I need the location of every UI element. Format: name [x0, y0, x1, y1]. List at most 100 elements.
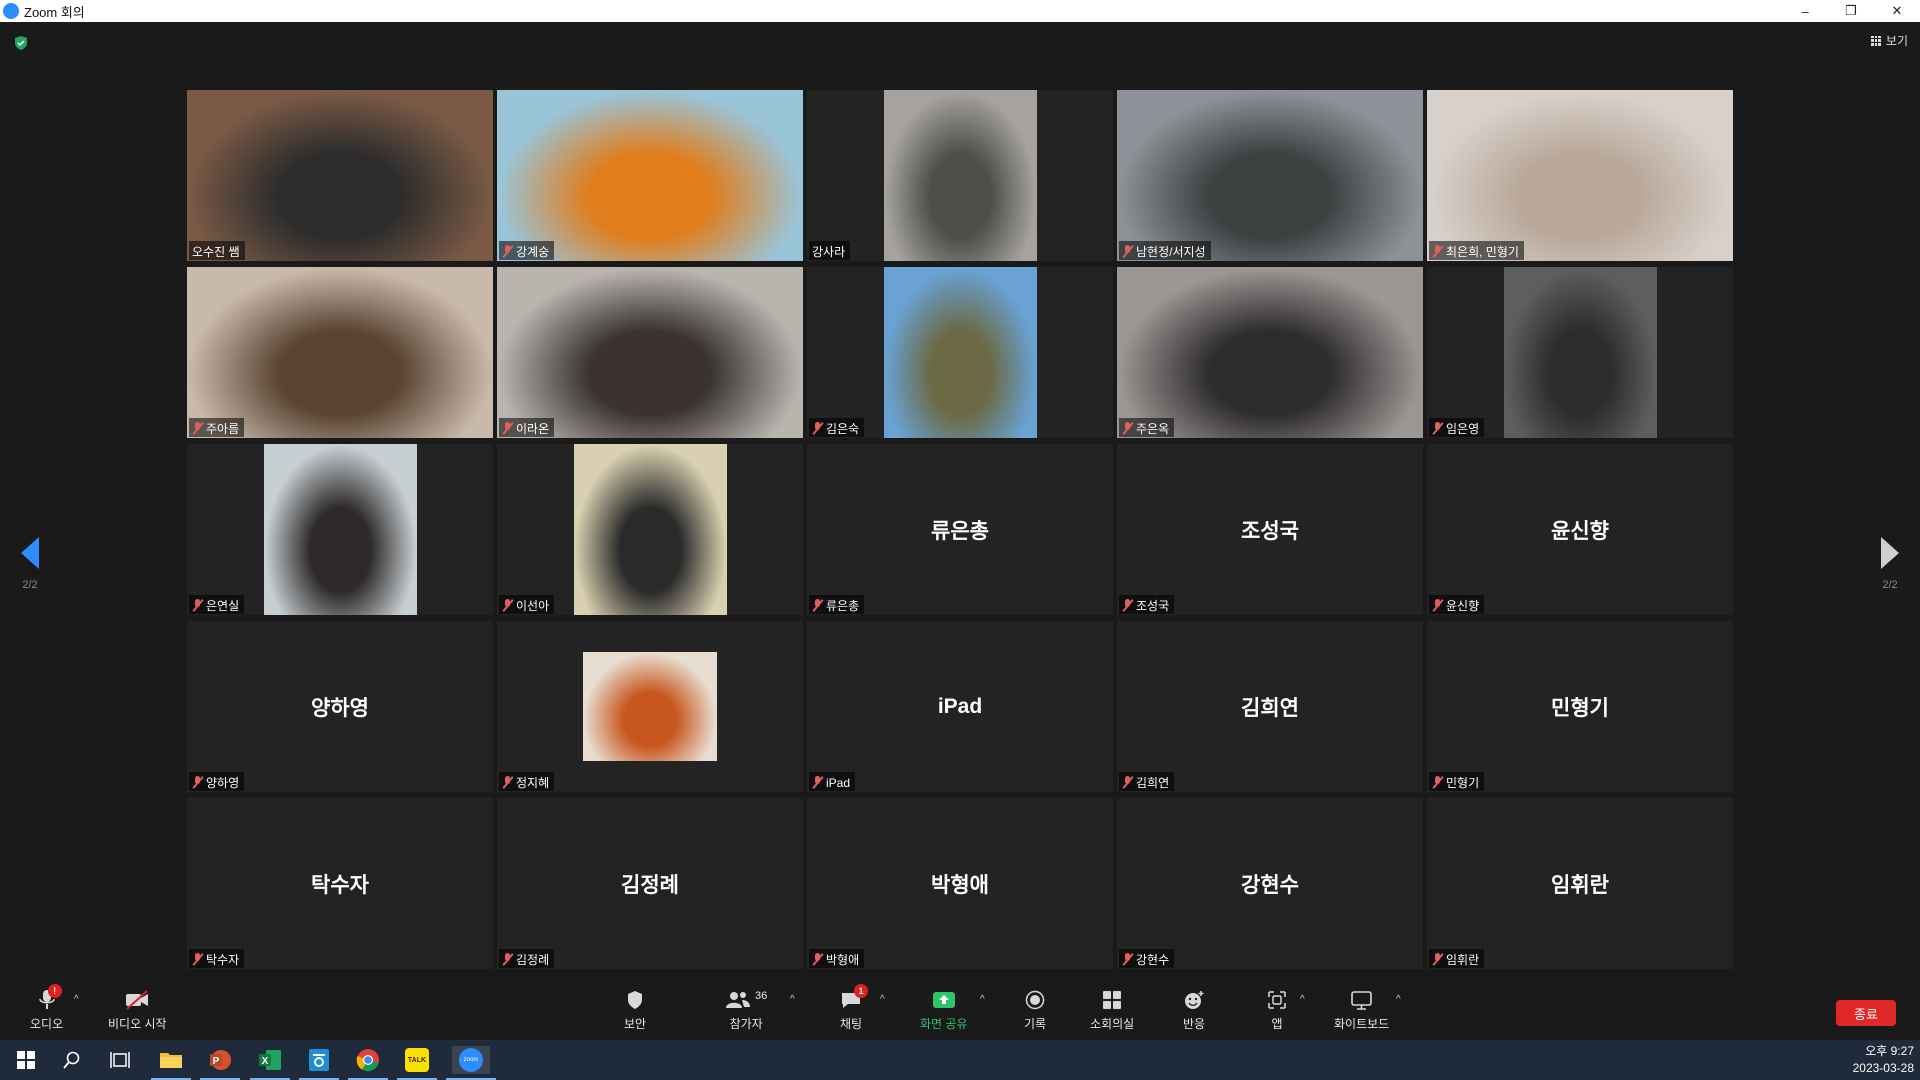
participant-tile[interactable]: 탁수자 탁수자 [187, 798, 493, 969]
share-options-caret[interactable]: ^ [980, 994, 985, 1005]
chrome-icon [356, 1049, 379, 1072]
muted-microphone-icon [1122, 953, 1133, 966]
participant-tile[interactable]: 임은영 [1427, 267, 1733, 438]
participant-display-name: 임휘란 [1551, 873, 1609, 897]
start-video-button[interactable]: 비디오 시작 [108, 988, 167, 1032]
end-meeting-button[interactable]: 종료 [1836, 1000, 1896, 1026]
muted-microphone-icon [502, 776, 513, 789]
participant-name-label: 임휘란 [1429, 949, 1485, 968]
whiteboard-options-caret[interactable]: ^ [1396, 994, 1401, 1005]
restore-button[interactable]: ❐ [1828, 0, 1874, 22]
share-screen-button[interactable]: 화면 공유 [920, 988, 968, 1032]
record-label: 기록 [1024, 1017, 1047, 1031]
participant-tile[interactable]: 주은옥 [1117, 267, 1423, 438]
participant-tile[interactable]: 이라온 [497, 267, 803, 438]
participant-tile[interactable]: 박형애 박형애 [807, 798, 1113, 969]
participant-tile[interactable]: 남현정/서지성 [1117, 90, 1423, 261]
participant-tile[interactable]: 민형기 민형기 [1427, 621, 1733, 792]
muted-microphone-icon [1122, 245, 1133, 258]
system-clock[interactable]: 오후 9:27 2023-03-28 [1853, 1043, 1914, 1077]
next-page-button[interactable]: 2/2 [1875, 537, 1905, 591]
previous-page-button[interactable]: 2/2 [15, 537, 45, 591]
participant-tile[interactable]: 양하영 양하영 [187, 621, 493, 792]
muted-microphone-icon [1432, 245, 1443, 258]
audio-options-caret[interactable]: ^ [74, 994, 79, 1005]
muted-microphone-icon [192, 953, 203, 966]
participant-tile[interactable]: iPad iPad [807, 621, 1113, 792]
participant-name-label: iPad [809, 772, 856, 791]
apps-options-caret[interactable]: ^ [1300, 994, 1305, 1005]
taskbar-hancom[interactable] [299, 1046, 339, 1080]
apps-button[interactable]: 앱 [1267, 988, 1287, 1032]
encryption-shield-icon[interactable] [13, 35, 29, 51]
taskbar-zoom[interactable]: zoom [446, 1046, 496, 1080]
breakout-rooms-button[interactable]: 소회의실 [1090, 988, 1134, 1032]
view-button[interactable]: 보기 [1870, 32, 1908, 49]
participant-tile[interactable]: 강사라 [807, 90, 1113, 261]
participant-name: 강현수 [1136, 953, 1170, 967]
close-button[interactable]: ✕ [1874, 0, 1920, 22]
chat-options-caret[interactable]: ^ [880, 994, 885, 1005]
taskbar-excel[interactable]: X [250, 1046, 290, 1080]
taskbar-file-explorer[interactable] [151, 1046, 191, 1080]
participant-tile[interactable]: 주아름 [187, 267, 493, 438]
participant-name: iPad [826, 775, 851, 790]
participant-display-name: 박형애 [931, 873, 989, 897]
participant-tile[interactable]: 김은숙 [807, 267, 1113, 438]
participant-tile[interactable]: 오수진 쌤 [187, 90, 493, 261]
participant-tile[interactable]: 조성국 조성국 [1117, 444, 1423, 615]
breakout-rooms-icon [1103, 991, 1122, 1009]
participant-name-label: 김은숙 [809, 418, 865, 437]
page-indicator-left: 2/2 [22, 579, 38, 591]
security-shield-icon [628, 991, 643, 1009]
participant-tile[interactable]: 류은총 류은총 [807, 444, 1113, 615]
participant-tile[interactable]: 은연실 [187, 444, 493, 615]
participant-display-name: iPad [937, 694, 983, 718]
participant-name-label: 은연실 [189, 595, 245, 614]
window-title: Zoom 회의 [24, 4, 85, 20]
taskbar-kakaotalk[interactable]: TALK [397, 1046, 437, 1080]
participant-tile[interactable]: 정지혜 [497, 621, 803, 792]
participant-name: 은연실 [206, 599, 240, 613]
reactions-button[interactable]: 반응 [1183, 988, 1205, 1032]
task-view-icon [110, 1052, 130, 1068]
participant-display-name: 조성국 [1241, 519, 1299, 543]
audio-button[interactable]: ! 오디오 [30, 984, 63, 1032]
muted-microphone-icon [502, 953, 513, 966]
participant-tile[interactable]: 최은희, 민형기 [1427, 90, 1733, 261]
minimize-button[interactable]: – [1782, 0, 1828, 22]
windows-start-button[interactable] [12, 1046, 40, 1074]
zoom-app-icon [3, 3, 19, 19]
taskbar-chrome[interactable] [348, 1046, 388, 1080]
breakout-rooms-label: 소회의실 [1090, 1017, 1135, 1031]
participant-tile[interactable]: 임휘란 임휘란 [1427, 798, 1733, 969]
muted-microphone-icon [502, 599, 513, 612]
participant-name-label: 강현수 [1119, 949, 1175, 968]
record-button[interactable]: 기록 [1024, 988, 1046, 1032]
muted-microphone-icon [1122, 776, 1133, 789]
powerpoint-icon: P [210, 1050, 231, 1070]
taskbar-powerpoint[interactable]: P [200, 1046, 240, 1080]
participants-options-caret[interactable]: ^ [790, 994, 795, 1005]
muted-microphone-icon [812, 599, 823, 612]
participant-tile[interactable]: 김정례 김정례 [497, 798, 803, 969]
participant-name-label: 주은옥 [1119, 418, 1175, 437]
windows-logo-icon [17, 1051, 35, 1069]
chat-button[interactable]: 1 채팅 [840, 984, 869, 1032]
security-button[interactable]: 보안 [624, 988, 646, 1032]
participant-name-label: 민형기 [1429, 772, 1485, 791]
participant-tile[interactable]: 이선아 [497, 444, 803, 615]
participant-name-label: 임은영 [1429, 418, 1485, 437]
task-view-button[interactable] [106, 1046, 134, 1074]
participant-tile[interactable]: 강현수 강현수 [1117, 798, 1423, 969]
participant-tile[interactable]: 강계숭 [497, 90, 803, 261]
muted-microphone-icon [502, 245, 513, 258]
participants-button[interactable]: 36 참가자 [725, 988, 767, 1032]
taskbar-search-button[interactable] [58, 1046, 86, 1074]
whiteboard-button[interactable]: 화이트보드 [1334, 988, 1389, 1032]
participant-tile[interactable]: 김희연 김희연 [1117, 621, 1423, 792]
participant-name: 정지혜 [516, 776, 550, 790]
participant-name-label: 윤신향 [1429, 595, 1485, 614]
participant-tile[interactable]: 윤신향 윤신향 [1427, 444, 1733, 615]
participant-video [1117, 267, 1423, 438]
